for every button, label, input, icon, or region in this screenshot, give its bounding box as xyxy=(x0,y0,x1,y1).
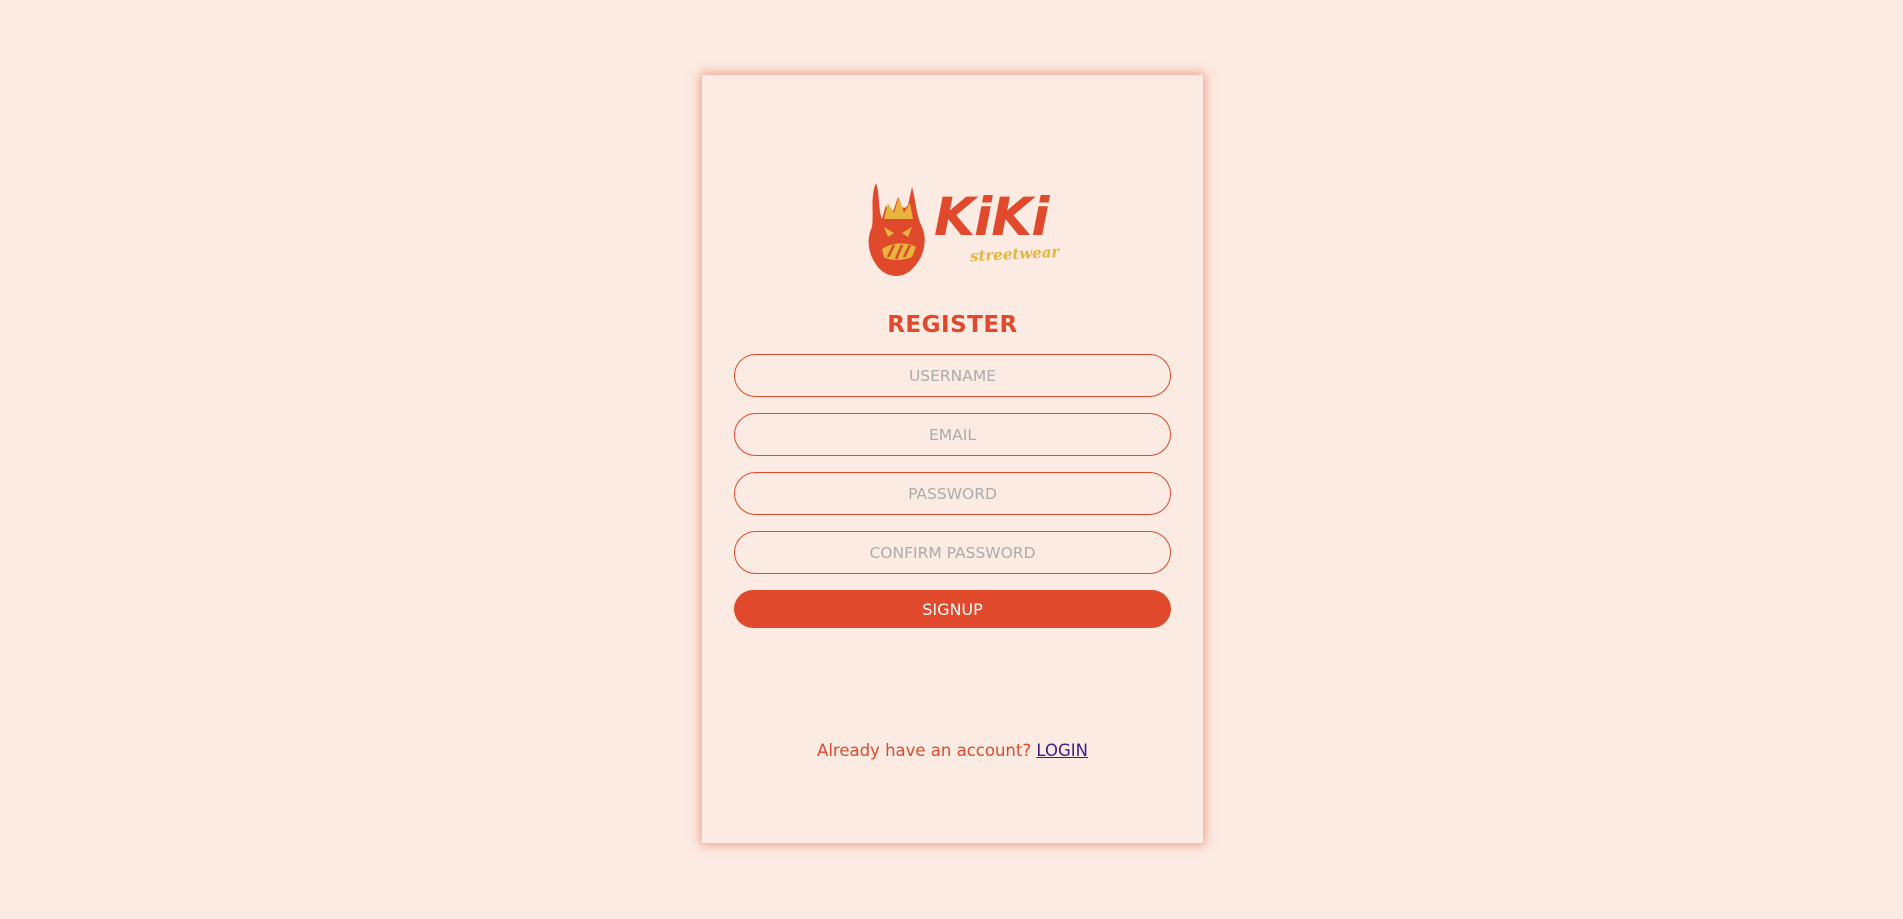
email-input[interactable] xyxy=(734,413,1171,456)
confirm-password-input[interactable] xyxy=(734,531,1171,574)
register-card: KiKi streetwear REGISTER SIGNUP Already … xyxy=(702,75,1203,843)
logo-wordmark: KiKi xyxy=(934,187,1049,248)
page-title: REGISTER xyxy=(887,312,1018,338)
login-prompt: Already have an account? LOGIN xyxy=(702,741,1203,760)
login-prompt-text: Already have an account? xyxy=(817,741,1032,760)
kiki-mascot-icon xyxy=(868,183,925,276)
kiki-logo: KiKi streetwear xyxy=(866,175,1060,277)
logo-tagline: streetwear xyxy=(969,242,1060,266)
password-input[interactable] xyxy=(734,472,1171,515)
signup-button[interactable]: SIGNUP xyxy=(734,590,1171,628)
login-link[interactable]: LOGIN xyxy=(1036,741,1088,760)
username-input[interactable] xyxy=(734,354,1171,397)
